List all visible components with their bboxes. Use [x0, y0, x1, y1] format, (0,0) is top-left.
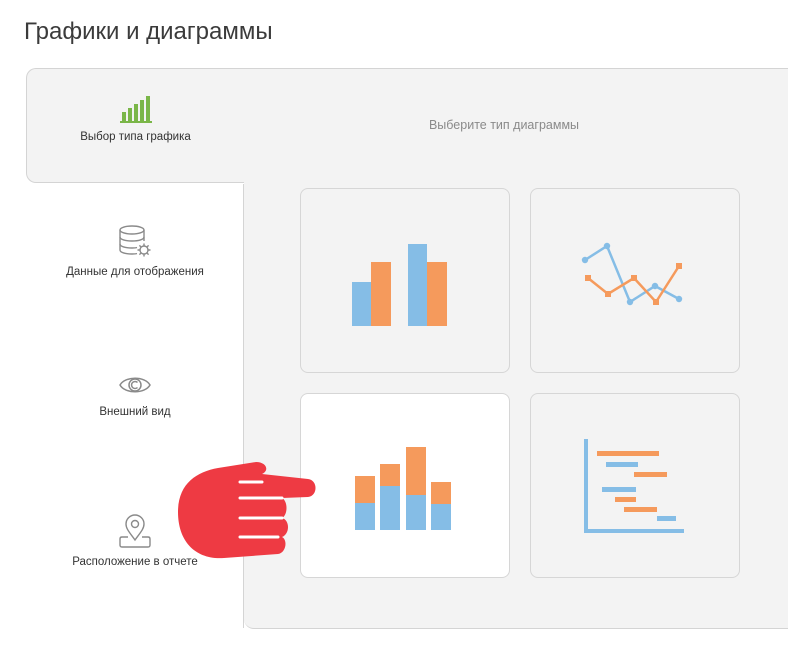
chart-type-grouped-bar[interactable]	[300, 188, 510, 373]
panel-hint: Выберите тип диаграммы	[428, 118, 580, 132]
bar-chart-icon	[119, 96, 152, 123]
gantt-chart-icon	[584, 438, 684, 533]
step-chart-type[interactable]: Выбор типа графика	[26, 68, 244, 183]
grouped-bar-chart-icon	[352, 243, 447, 326]
pointing-hand-icon	[178, 462, 316, 559]
step-label: Внешний вид	[99, 406, 171, 418]
location-pin-icon	[119, 514, 151, 548]
database-settings-icon	[119, 225, 151, 257]
line-chart-icon	[581, 242, 683, 305]
chart-type-line[interactable]	[530, 188, 740, 373]
page-title: Графики и диаграммы	[24, 18, 273, 45]
stacked-bar-chart-icon	[355, 446, 451, 530]
chart-type-gantt[interactable]	[530, 393, 740, 578]
step-data[interactable]: Данные для отображения	[26, 224, 244, 278]
eye-icon	[119, 377, 151, 393]
step-appearance[interactable]: Внешний вид	[26, 372, 244, 418]
chart-type-stacked-bar[interactable]	[300, 393, 510, 578]
step-label: Данные для отображения	[66, 266, 204, 278]
step-label: Выбор типа графика	[80, 131, 191, 143]
